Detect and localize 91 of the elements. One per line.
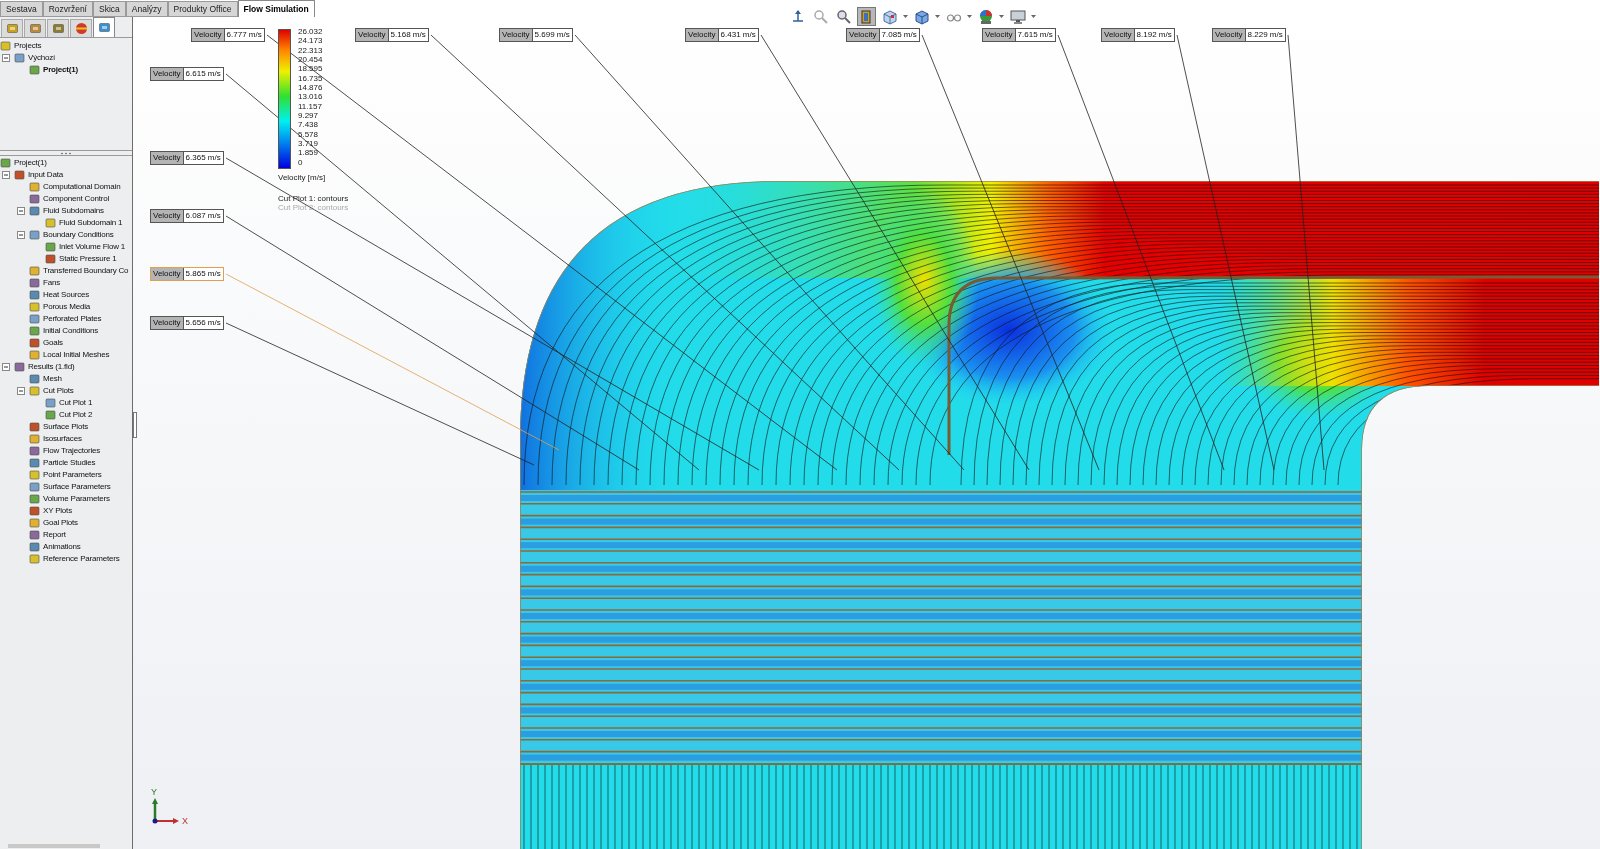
probe-name: Velocity: [151, 152, 184, 164]
ribbon-tab[interactable]: Sestava: [0, 1, 43, 17]
probe-label-box[interactable]: Velocity 7.615 m/s: [982, 28, 1056, 42]
probe-name: Velocity: [1213, 29, 1246, 41]
tree-item[interactable]: Inlet Volume Flow 1: [59, 241, 125, 253]
tree-item[interactable]: Initial Conditions: [43, 325, 99, 337]
tree-item[interactable]: Animations: [43, 541, 81, 553]
probe-name: Velocity: [151, 210, 184, 222]
ribbon-tab[interactable]: Flow Simulation: [237, 0, 315, 17]
tree-item[interactable]: Local Initial Meshes: [43, 349, 110, 361]
tree-item[interactable]: Report: [43, 529, 66, 541]
probe-name: Velocity: [151, 268, 184, 280]
probe-name: Velocity: [500, 29, 533, 41]
tree-item[interactable]: Fluid Subdomains: [43, 205, 104, 217]
probe-label-box[interactable]: Velocity 6.087 m/s: [150, 209, 224, 223]
scale-value: 18.595: [298, 64, 323, 74]
tree-item[interactable]: Particle Studies: [43, 457, 96, 469]
tree-item[interactable]: Porous Media: [43, 301, 90, 313]
tree-item[interactable]: Fans: [43, 277, 60, 289]
tree-item[interactable]: Reference Parameters: [43, 553, 120, 565]
tree-item[interactable]: Input Data: [28, 169, 63, 181]
probe-label-box[interactable]: Velocity 7.085 m/s: [846, 28, 920, 42]
tree-item[interactable]: Volume Parameters: [43, 493, 110, 505]
scale-value: 5.578: [298, 129, 320, 140]
ribbon-tab[interactable]: Rozvržení: [42, 1, 93, 17]
probe-value: 5.865 m/s: [183, 268, 223, 280]
probe-value: 6.087 m/s: [183, 210, 223, 222]
scale-value: 26.032: [298, 27, 323, 37]
probe-label-box[interactable]: Velocity 6.777 m/s: [191, 28, 265, 42]
scale-value: 22.313: [298, 45, 323, 56]
scale-value: 20.454: [298, 55, 323, 65]
scale-value: 1.859: [298, 148, 320, 158]
tree-item[interactable]: Component Control: [43, 193, 109, 205]
tree-item[interactable]: XY Plots: [43, 505, 72, 517]
tree-item[interactable]: Cut Plot 1: [59, 397, 93, 409]
tree-item[interactable]: Výchozí: [28, 52, 56, 64]
tree-item[interactable]: Isosurfaces: [43, 433, 82, 445]
tree-item[interactable]: Project(1): [43, 64, 78, 76]
scale-value: 11.157: [298, 101, 323, 112]
tree-item[interactable]: Surface Parameters: [43, 481, 111, 493]
tree-item[interactable]: Cut Plot 2: [59, 409, 93, 421]
tree-item[interactable]: Fluid Subdomain 1: [59, 217, 123, 229]
probe-name: Velocity: [983, 29, 1016, 41]
probe-name: Velocity: [1102, 29, 1135, 41]
axis-label: Y: [151, 787, 157, 797]
ribbon-tab[interactable]: Produkty Office: [167, 1, 238, 17]
tree-item[interactable]: Goal Plots: [43, 517, 78, 529]
probe-name: Velocity: [686, 29, 719, 41]
probe-label-box[interactable]: Velocity 5.168 m/s: [355, 28, 429, 42]
ribbon-tab[interactable]: Analýzy: [125, 1, 168, 17]
probe-value: 5.656 m/s: [183, 317, 223, 329]
ribbon-tab[interactable]: Skica: [93, 1, 126, 17]
tree-item[interactable]: Results (1.fld): [28, 361, 75, 373]
scale-value: 3.719: [298, 139, 320, 149]
tree-item[interactable]: Mesh: [43, 373, 62, 385]
scale-value: 7.438: [298, 120, 320, 130]
tree-item[interactable]: Point Parameters: [43, 469, 102, 481]
probe-label-box[interactable]: Velocity 8.192 m/s: [1101, 28, 1175, 42]
tree-item[interactable]: Perforated Plates: [43, 313, 102, 325]
probe-name: Velocity: [192, 29, 225, 41]
probe-name: Velocity: [356, 29, 389, 41]
probe-label-box[interactable]: Velocity 5.699 m/s: [499, 28, 573, 42]
probe-label-box[interactable]: Velocity 8.229 m/s: [1212, 28, 1286, 42]
probe-name: Velocity: [151, 317, 184, 329]
probe-label-box[interactable]: Velocity 6.615 m/s: [150, 67, 224, 81]
tree-item[interactable]: Cut Plots: [43, 385, 74, 397]
scale-value: 16.735: [298, 73, 323, 84]
probe-name: Velocity: [151, 68, 184, 80]
probe-label-box[interactable]: Velocity 6.365 m/s: [150, 151, 224, 165]
scale-value: 13.016: [298, 92, 323, 102]
tree-item[interactable]: Transferred Boundary Co: [43, 265, 129, 277]
tree-item[interactable]: Flow Trajectories: [43, 445, 101, 457]
scale-value: 0: [298, 157, 304, 168]
scale-value: 9.297: [298, 111, 320, 121]
scale-value: 24.173: [298, 36, 323, 46]
legend-title: Velocity [m/s]: [278, 172, 327, 184]
tree-item[interactable]: Project(1): [14, 157, 47, 169]
probe-label-box[interactable]: Velocity 6.431 m/s: [685, 28, 759, 42]
plot-caption: Cut Plot 1: contours: [278, 194, 349, 203]
probe-name: Velocity: [847, 29, 880, 41]
tree-item[interactable]: Boundary Conditions: [43, 229, 114, 241]
tree-item[interactable]: Surface Plots: [43, 421, 88, 433]
tree-item[interactable]: Projects: [14, 40, 42, 52]
tree-item[interactable]: Static Pressure 1: [59, 253, 117, 265]
probe-label-box[interactable]: Velocity 5.865 m/s: [150, 267, 224, 281]
axis-label: X: [182, 816, 188, 826]
tree-item[interactable]: Goals: [43, 337, 63, 349]
tree-item[interactable]: Heat Sources: [43, 289, 90, 301]
tree-item[interactable]: Computational Domain: [43, 181, 121, 193]
probe-label-box[interactable]: Velocity 5.656 m/s: [150, 316, 224, 330]
scale-value: 14.876: [298, 83, 323, 93]
